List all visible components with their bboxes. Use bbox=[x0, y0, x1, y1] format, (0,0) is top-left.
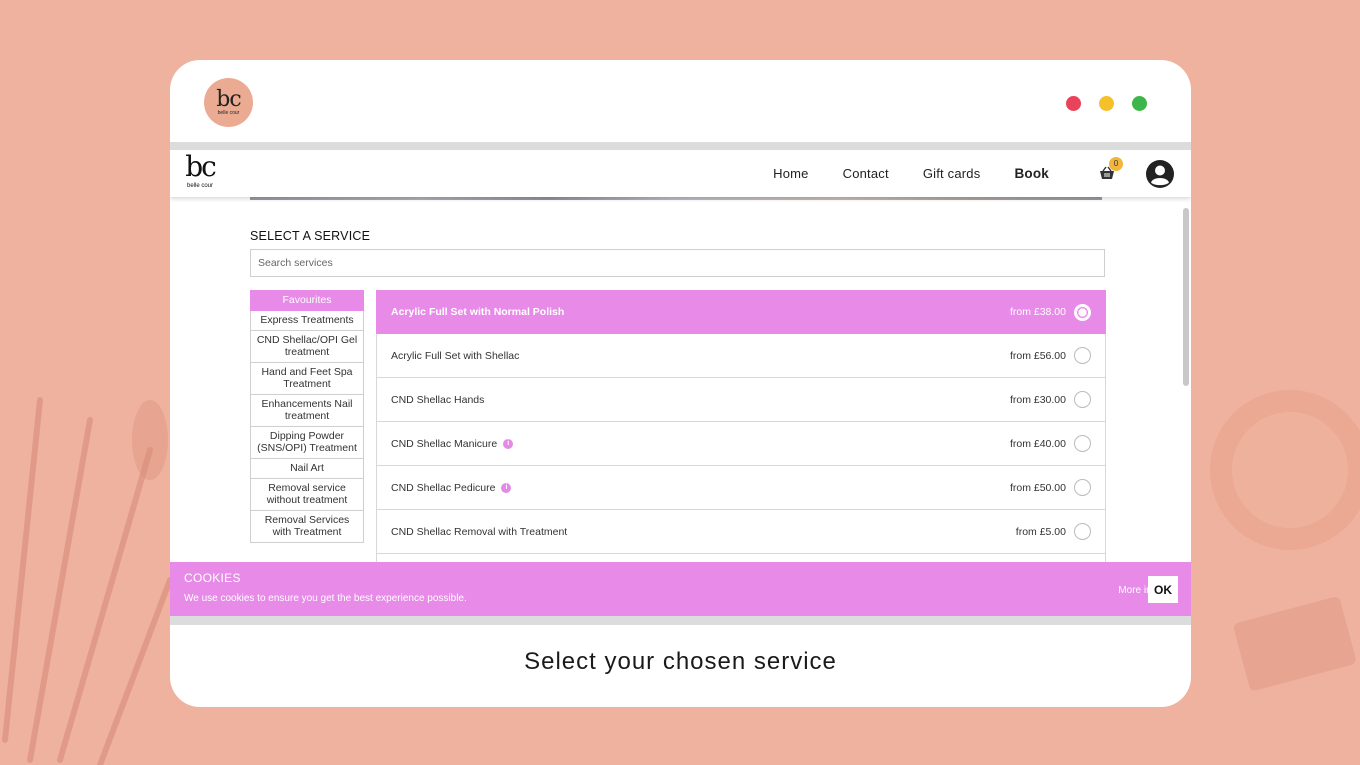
service-row[interactable]: CND Shellac Pedicure i from £50.00 bbox=[376, 466, 1106, 510]
service-row[interactable]: CND Shellac Hands from £30.00 bbox=[376, 378, 1106, 422]
service-radio[interactable] bbox=[1074, 479, 1091, 496]
service-name: Acrylic Full Set with Shellac bbox=[391, 349, 520, 362]
site-logo-sub: belle cour bbox=[186, 183, 213, 189]
site-logo[interactable]: bc belle cour bbox=[182, 151, 218, 195]
service-radio[interactable] bbox=[1074, 435, 1091, 452]
service-name: CND Shellac Hands bbox=[391, 393, 485, 406]
service-price: from £50.00 bbox=[1009, 481, 1066, 494]
cookie-text: We use cookies to ensure you get the bes… bbox=[184, 593, 467, 604]
service-radio[interactable] bbox=[1074, 523, 1091, 540]
website-viewport: bc belle cour Home Contact Gift cards Bo… bbox=[170, 142, 1191, 625]
service-price: from £30.00 bbox=[1009, 393, 1066, 406]
window-minimize-dot[interactable] bbox=[1099, 96, 1114, 111]
service-radio[interactable] bbox=[1074, 391, 1091, 408]
caption-text: Select your chosen service bbox=[524, 648, 837, 675]
site-navbar: bc belle cour Home Contact Gift cards Bo… bbox=[170, 150, 1191, 197]
info-icon[interactable]: i bbox=[503, 438, 514, 449]
nav-link-book[interactable]: Book bbox=[1014, 166, 1049, 181]
browser-frame: bc belle cour bc belle cour Home Contact… bbox=[170, 60, 1191, 707]
service-name: Acrylic Full Set with Normal Polish bbox=[391, 306, 565, 318]
service-row[interactable]: CND Shellac Removal with Treatment from … bbox=[376, 510, 1106, 554]
cookie-banner: COOKIES We use cookies to ensure you get… bbox=[170, 562, 1191, 616]
makeup-compact-illustration bbox=[1210, 390, 1360, 691]
nav-link-contact[interactable]: Contact bbox=[843, 166, 889, 181]
category-item-removal-without[interactable]: Removal service without treatment bbox=[250, 478, 364, 511]
service-name: CND Shellac Pedicure bbox=[391, 481, 496, 494]
nav-links: Home Contact Gift cards Book bbox=[739, 150, 1049, 197]
nav-link-home[interactable]: Home bbox=[773, 166, 808, 181]
category-item-shellac-gel[interactable]: CND Shellac/OPI Gel treatment bbox=[250, 330, 364, 363]
category-item-enhancements[interactable]: Enhancements Nail treatment bbox=[250, 394, 364, 427]
category-item-dipping-powder[interactable]: Dipping Powder (SNS/OPI) Treatment bbox=[250, 426, 364, 459]
frame-header: bc belle cour bbox=[170, 60, 1191, 142]
service-row[interactable]: Acrylic Full Set with Normal Polish from… bbox=[376, 290, 1106, 334]
service-price: from £38.00 bbox=[1009, 306, 1066, 318]
service-radio[interactable] bbox=[1074, 347, 1091, 364]
window-maximize-dot[interactable] bbox=[1132, 96, 1147, 111]
window-close-dot[interactable] bbox=[1066, 96, 1081, 111]
service-row[interactable]: CND Shellac Manicure i from £40.00 bbox=[376, 422, 1106, 466]
service-price: from £5.00 bbox=[1015, 525, 1066, 538]
service-name: CND Shellac Manicure bbox=[391, 437, 498, 450]
brand-logo: bc belle cour bbox=[204, 78, 253, 127]
section-title: SELECT A SERVICE bbox=[250, 229, 371, 243]
basket-count-badge: 0 bbox=[1109, 157, 1123, 171]
service-price: from £40.00 bbox=[1009, 437, 1066, 450]
site-logo-mark: bc bbox=[185, 150, 217, 183]
service-price: from £56.00 bbox=[1009, 349, 1066, 362]
category-item-removal-with[interactable]: Removal Services with Treatment bbox=[250, 510, 364, 543]
makeup-brushes-illustration bbox=[2, 397, 173, 765]
service-radio[interactable] bbox=[1074, 303, 1091, 321]
category-list: Favourites Express Treatments CND Shella… bbox=[250, 290, 364, 543]
service-list: Acrylic Full Set with Normal Polish from… bbox=[376, 290, 1106, 598]
nav-link-gift-cards[interactable]: Gift cards bbox=[923, 166, 981, 181]
service-name: CND Shellac Removal with Treatment bbox=[391, 525, 568, 538]
cookie-ok-button[interactable]: OK bbox=[1148, 576, 1178, 603]
category-item-nail-art[interactable]: Nail Art bbox=[250, 458, 364, 479]
cookie-title: COOKIES bbox=[184, 571, 241, 585]
viewport-bottom-bar bbox=[170, 616, 1191, 625]
brand-logo-sub: belle cour bbox=[217, 109, 240, 116]
category-item-favourites[interactable]: Favourites bbox=[250, 290, 364, 311]
category-item-express[interactable]: Express Treatments bbox=[250, 310, 364, 331]
brand-logo-mark: bc bbox=[216, 86, 241, 112]
category-item-spa[interactable]: Hand and Feet Spa Treatment bbox=[250, 362, 364, 395]
search-input[interactable] bbox=[250, 249, 1105, 277]
info-icon[interactable]: i bbox=[501, 482, 512, 493]
window-controls bbox=[1066, 96, 1147, 111]
page-scrollbar[interactable] bbox=[1183, 208, 1189, 386]
account-icon[interactable] bbox=[1145, 159, 1175, 189]
service-row[interactable]: Acrylic Full Set with Shellac from £56.0… bbox=[376, 334, 1106, 378]
